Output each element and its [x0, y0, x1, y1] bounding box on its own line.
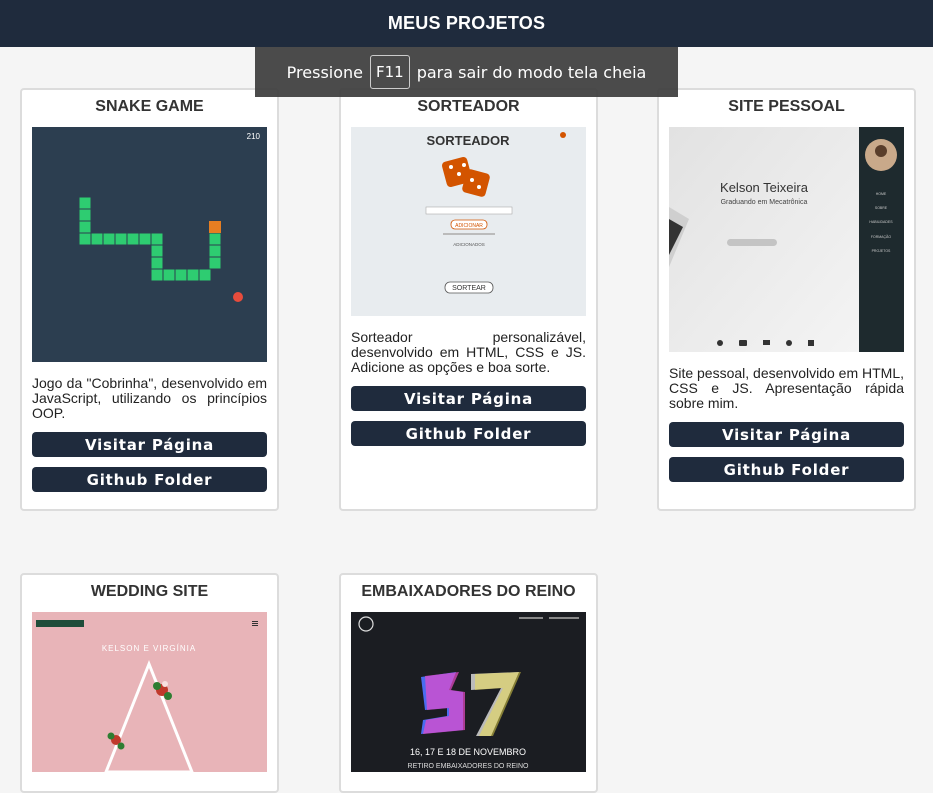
svg-text:HABILIDADES: HABILIDADES [869, 220, 893, 224]
project-title: SITE PESSOAL [728, 98, 845, 115]
site-pessoal-screenshot: Kelson Teixeira Graduando em Mecatrônica… [669, 127, 904, 352]
github-folder-button[interactable]: Github Folder [669, 457, 904, 482]
project-card-site-pessoal: SITE PESSOAL Kelson Teixeira Graduando e… [657, 88, 916, 511]
fullscreen-notice-before: Pressione [286, 62, 363, 82]
sorteador-heading: SORTEADOR [426, 133, 510, 148]
svg-text:PROJETOS: PROJETOS [872, 249, 891, 253]
sorteador-draw-label: SORTEAR [452, 285, 486, 292]
sorteador-add-label: ADICIONAR [455, 223, 483, 229]
event-name: RETIRO EMBAIXADORES DO REINO [408, 763, 530, 770]
embaixadores-screenshot: 16, 17 E 18 DE NOVEMBRO RETIRO EMBAIXADO… [351, 612, 586, 772]
f11-key: F11 [370, 55, 410, 89]
svg-text:HOME: HOME [876, 192, 887, 196]
project-description: Jogo da "Cobrinha", desenvolvido em Java… [32, 375, 267, 421]
github-folder-button[interactable]: Github Folder [32, 467, 267, 492]
site-pessoal-name: Kelson Teixeira [720, 180, 809, 195]
project-title: SORTEADOR [417, 98, 520, 115]
snake-screenshot: 210 [32, 127, 267, 362]
project-description: Sorteador personalizável, desenvolvido e… [351, 329, 586, 375]
wedding-names: KELSON E VIRGÍNIA [102, 644, 196, 653]
project-card-wedding: WEDDING SITE KELSON E VIRGÍNIA [20, 573, 279, 793]
visit-page-button[interactable]: Visitar Página [351, 386, 586, 411]
dice-icon [441, 156, 490, 197]
project-title: WEDDING SITE [90, 583, 209, 600]
snake-score: 210 [247, 132, 261, 141]
svg-text:SOBRE: SOBRE [875, 206, 888, 210]
top-bar: MEUS PROJETOS [0, 0, 933, 47]
project-card-sorteador: SORTEADOR SORTEADOR ADICIONAR ADICIONADO… [339, 88, 598, 511]
wedding-screenshot: KELSON E VIRGÍNIA [32, 612, 267, 772]
event-dates: 16, 17 E 18 DE NOVEMBRO [410, 747, 526, 757]
menu-icon [252, 621, 258, 626]
fullscreen-notice: Pressione F11 para sair do modo tela che… [255, 47, 678, 97]
logo-icon [358, 616, 374, 632]
project-title: SNAKE GAME [95, 98, 204, 115]
svg-text:FORMAÇÃO: FORMAÇÃO [871, 234, 892, 239]
project-description: Site pessoal, desenvolvido em HTML, CSS … [669, 365, 904, 411]
fullscreen-notice-after: para sair do modo tela cheia [416, 62, 647, 82]
project-card-snake: SNAKE GAME 210 Jogo da "Cobrinha", desen… [20, 88, 279, 511]
sorteador-added-label: ADICIONADOS [453, 242, 485, 247]
project-card-embaixadores: EMBAIXADORES DO REINO 16, 17 E 18 DE NOV… [339, 573, 598, 793]
site-pessoal-subtitle: Graduando em Mecatrônica [721, 199, 808, 206]
github-folder-button[interactable]: Github Folder [351, 421, 586, 446]
project-title: EMBAIXADORES DO REINO [361, 583, 576, 600]
page-title: MEUS PROJETOS [387, 13, 546, 33]
visit-page-button[interactable]: Visitar Página [32, 432, 267, 457]
visit-page-button[interactable]: Visitar Página [669, 422, 904, 447]
glitch-logo [421, 672, 521, 736]
sorteador-screenshot: SORTEADOR ADICIONAR ADICIONADOS SORTEAR [351, 127, 586, 316]
